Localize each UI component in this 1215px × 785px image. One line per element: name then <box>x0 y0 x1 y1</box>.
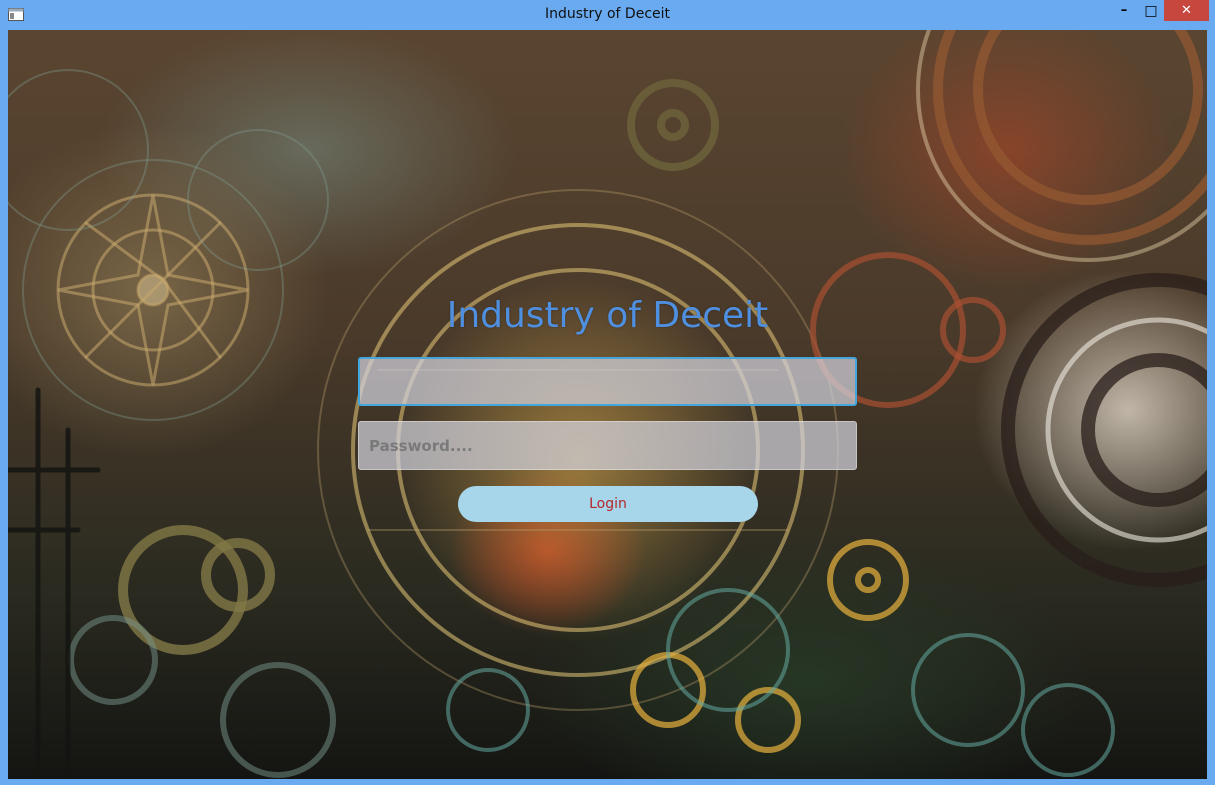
window-title: Industry of Deceit <box>544 6 671 22</box>
minimize-button[interactable]: – <box>1110 0 1138 21</box>
minimize-icon: – <box>1120 3 1128 18</box>
password-field[interactable] <box>358 421 857 470</box>
maximize-button[interactable]: □ <box>1138 0 1164 21</box>
maximize-icon: □ <box>1144 2 1158 19</box>
close-icon: ✕ <box>1181 3 1192 18</box>
title-bar[interactable]: Industry of Deceit – □ ✕ <box>0 0 1215 30</box>
login-screen: Industry of Deceit Login <box>8 30 1207 779</box>
login-heading: Industry of Deceit <box>446 295 769 336</box>
application-window: Industry of Deceit – □ ✕ Industry of Dec… <box>0 0 1215 785</box>
close-button[interactable]: ✕ <box>1164 0 1209 21</box>
login-button[interactable]: Login <box>458 486 758 522</box>
username-field[interactable] <box>358 357 857 406</box>
